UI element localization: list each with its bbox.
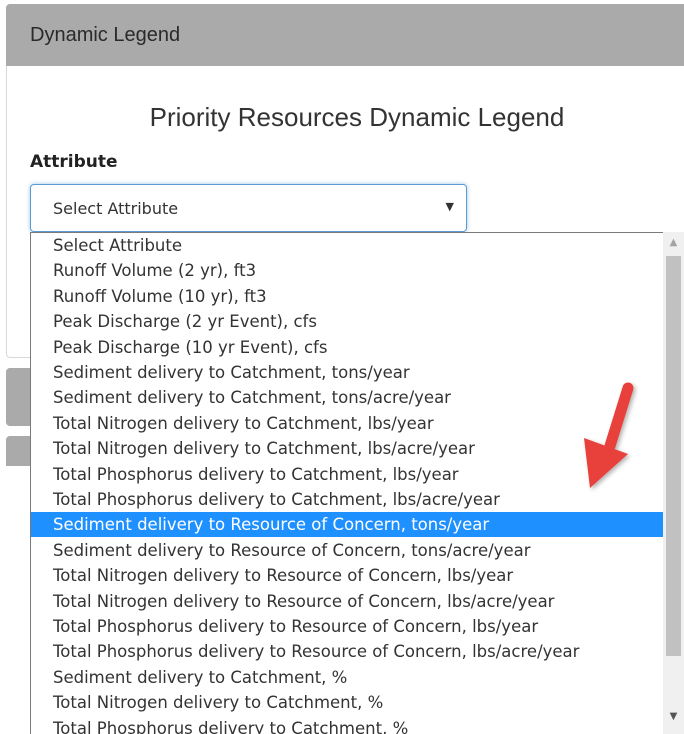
scroll-up-icon[interactable]: ▲ [663,232,684,253]
dropdown-option[interactable]: Sediment delivery to Resource of Concern… [31,512,664,538]
dropdown-option[interactable]: Total Nitrogen delivery to Resource of C… [31,589,664,614]
chevron-down-icon: ▼ [445,200,454,213]
dropdown-option[interactable]: Peak Discharge (2 yr Event), cfs [31,309,664,334]
dropdown-option[interactable]: Total Nitrogen delivery to Resource of C… [31,563,664,588]
attribute-select[interactable]: Select Attribute ▼ [30,184,467,232]
dropdown-option[interactable]: Runoff Volume (2 yr), ft3 [31,258,664,283]
panel-header[interactable]: Dynamic Legend [6,4,684,66]
panel-header-title: Dynamic Legend [30,24,181,46]
dropdown-option[interactable]: Peak Discharge (10 yr Event), cfs [31,335,664,360]
legend-heading: Priority Resources Dynamic Legend [149,102,565,132]
red-arrow-annotation-icon [584,382,634,488]
dropdown-option[interactable]: Sediment delivery to Catchment, % [31,665,664,690]
dropdown-option[interactable]: Total Phosphorus delivery to Resource of… [31,639,664,664]
dropdown-option[interactable]: Runoff Volume (10 yr), ft3 [31,284,664,309]
dropdown-option[interactable]: Total Phosphorus delivery to Catchment, … [31,716,664,734]
dropdown-option[interactable]: Sediment delivery to Resource of Concern… [31,538,664,563]
attribute-label: Attribute [30,152,118,172]
dropdown-option[interactable]: Total Nitrogen delivery to Catchment, % [31,690,664,715]
dropdown-scrollbar[interactable]: ▲ ▼ [663,232,684,734]
scroll-down-icon[interactable]: ▼ [663,706,684,727]
scrollbar-thumb[interactable] [666,256,681,656]
dropdown-option[interactable]: Select Attribute [31,233,664,258]
attribute-select-value: Select Attribute [53,199,179,218]
dropdown-option[interactable]: Total Phosphorus delivery to Resource of… [31,614,664,639]
